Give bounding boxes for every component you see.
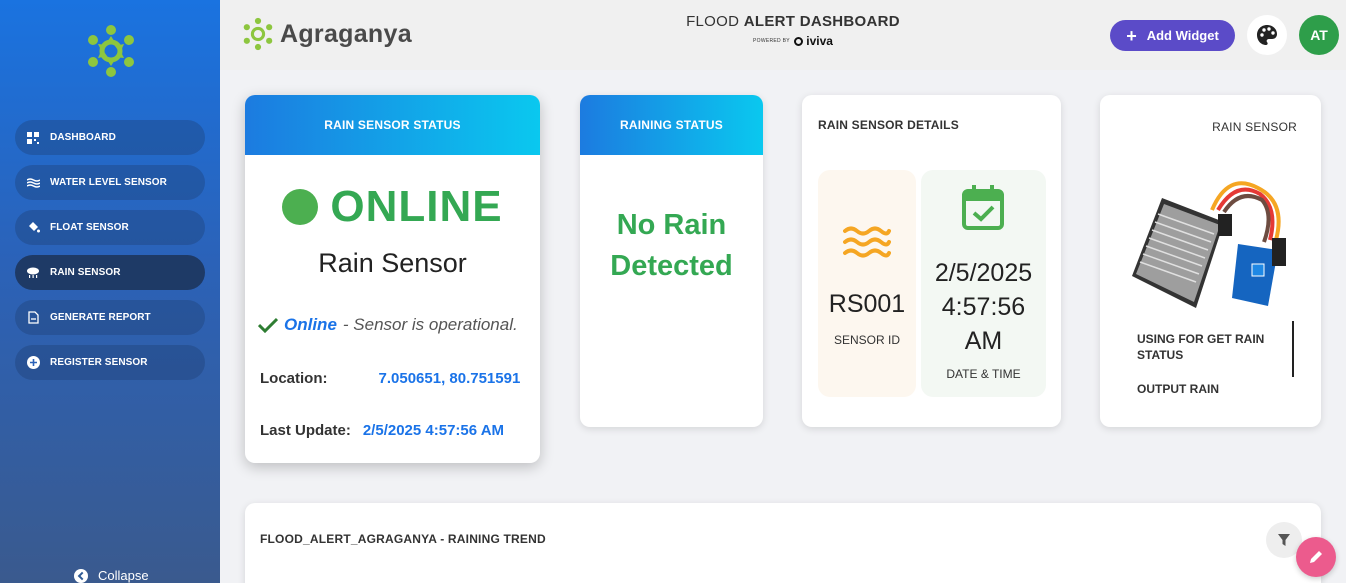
brand[interactable]: Agraganya — [240, 16, 412, 52]
chevron-left-icon — [74, 568, 88, 583]
agraganya-logo-icon — [243, 17, 273, 51]
sensor-output: OUTPUT RAIN — [1137, 382, 1219, 396]
calendar-check-icon — [962, 185, 1004, 230]
powered-by-label: POWERED BY — [753, 38, 790, 44]
rain-cloud-icon — [26, 266, 40, 280]
add-widget-label: Add Widget — [1146, 28, 1219, 43]
sensor-id-tile: RS001 SENSOR ID — [818, 170, 916, 397]
waves-icon — [26, 176, 40, 190]
operational-strong: Online — [284, 315, 337, 334]
date-time-label: DATE & TIME — [946, 367, 1021, 381]
edit-fab-button[interactable] — [1296, 537, 1336, 577]
scroll-indicator[interactable] — [1292, 321, 1294, 377]
brand-name: Agraganya — [280, 19, 412, 48]
date-time-tile: 2/5/2025 4:57:56 AM DATE & TIME — [921, 170, 1046, 397]
online-status-text: ONLINE — [330, 182, 503, 231]
sidebar-item-label: FLOAT SENSOR — [50, 222, 129, 233]
sidebar-item-label: GENERATE REPORT — [50, 312, 151, 323]
sensor-name: Rain Sensor — [318, 248, 467, 278]
dashboard-title: FLOOD ALERT DASHBOARD POWERED BY iviva — [684, 13, 902, 48]
plus-icon: + — [1126, 25, 1137, 46]
filter-icon — [1278, 534, 1290, 546]
time-line: 4:57:56 — [941, 293, 1026, 321]
sidebar-item-label: REGISTER SENSOR — [50, 357, 148, 368]
location-value: 7.050651, 80.751591 — [378, 370, 521, 387]
sidebar-item-register-sensor[interactable]: REGISTER SENSOR — [15, 345, 205, 380]
title-bold: ALERT DASHBOARD — [743, 13, 900, 30]
theme-palette-button[interactable] — [1247, 15, 1287, 55]
avatar[interactable]: AT — [1299, 15, 1339, 55]
iviva-logo: iviva — [793, 34, 833, 48]
sensor-id-label: SENSOR ID — [833, 333, 900, 347]
card-header: FLOOD_ALERT_AGRAGANYA - RAINING TREND — [260, 532, 546, 546]
add-widget-button[interactable]: + Add Widget — [1110, 20, 1235, 51]
sidebar-item-label: DASHBOARD — [50, 132, 116, 143]
sidebar-nav: DASHBOARD WATER LEVEL SENSOR FLOAT SENSO… — [15, 120, 205, 390]
raining-status-value: No Rain Detected — [580, 205, 763, 287]
file-icon — [26, 311, 40, 325]
operational-text: - Sensor is operational. — [342, 315, 518, 334]
online-indicator: ONLINE — [245, 182, 540, 232]
sensor-desc-line2: STATUS — [1137, 348, 1184, 362]
location-row: Location: 7.050651, 80.751591 — [260, 370, 530, 387]
raining-status-card: RAINING STATUS No Rain Detected — [580, 95, 763, 427]
last-update-row: Last Update: 2/5/2025 4:57:56 AM — [260, 422, 530, 439]
sidebar-item-water-level-sensor[interactable]: WATER LEVEL SENSOR — [15, 165, 205, 200]
collapse-button[interactable]: Collapse — [74, 568, 149, 583]
sidebar-item-label: RAIN SENSOR — [50, 267, 121, 278]
last-update-value: 2/5/2025 4:57:56 AM — [362, 422, 505, 439]
sensor-desc-line1: USING FOR GET RAIN — [1137, 332, 1265, 346]
rain-sensor-details-card: RAIN SENSOR DETAILS RS001 SENSOR ID 2/5/… — [802, 95, 1061, 427]
rain-sensor-module-image — [1132, 181, 1286, 308]
plus-circle-icon — [26, 356, 40, 370]
title-light: FLOOD — [686, 13, 740, 30]
sidebar-item-generate-report[interactable]: GENERATE REPORT — [15, 300, 205, 335]
sidebar-item-label: WATER LEVEL SENSOR — [50, 177, 168, 188]
ampm-line: AM — [964, 327, 1003, 355]
date-line: 2/5/2025 — [934, 259, 1033, 287]
agraganya-logo-icon[interactable] — [82, 22, 140, 80]
status-dot-icon — [282, 189, 319, 225]
card-header: RAIN SENSOR STATUS — [245, 95, 540, 155]
qr-grid-icon — [26, 131, 40, 145]
sensor-desc: USING FOR GET RAIN STATUS — [1137, 331, 1264, 363]
sidebar: DASHBOARD WATER LEVEL SENSOR FLOAT SENSO… — [0, 0, 220, 583]
rain-sensor-image-card: RAIN SENSOR USING FOR GET RAIN STATUS OU… — [1100, 95, 1321, 427]
collapse-label: Collapse — [98, 568, 149, 583]
operational-status: Online - Sensor is operational. — [258, 315, 518, 335]
paint-bucket-icon — [26, 221, 40, 235]
location-label: Location: — [260, 370, 328, 387]
waves-icon — [843, 226, 891, 258]
rain-sensor-status-card: RAIN SENSOR STATUS ONLINE Rain Sensor On… — [245, 95, 540, 463]
sidebar-item-dashboard[interactable]: DASHBOARD — [15, 120, 205, 155]
card-header: RAIN SENSOR DETAILS — [818, 118, 959, 132]
top-header: Agraganya FLOOD ALERT DASHBOARD POWERED … — [220, 0, 1346, 70]
sidebar-item-float-sensor[interactable]: FLOAT SENSOR — [15, 210, 205, 245]
powered-brand: iviva — [806, 34, 833, 48]
card-header: RAINING STATUS — [580, 95, 763, 155]
pencil-icon — [1310, 551, 1322, 563]
powered-by: POWERED BY iviva — [684, 34, 902, 48]
last-update-label: Last Update: — [260, 422, 351, 439]
iviva-mark-icon — [793, 37, 803, 46]
date-time-value: 2/5/2025 4:57:56 AM — [921, 256, 1046, 358]
raining-status-line1: No Rain — [616, 209, 727, 241]
palette-icon — [1257, 25, 1277, 45]
raining-status-line2: Detected — [610, 250, 733, 282]
page-title: FLOOD ALERT DASHBOARD — [684, 13, 902, 30]
card-header: RAIN SENSOR — [1212, 120, 1297, 134]
checkmark-icon — [258, 317, 278, 333]
sensor-id-value: RS001 — [828, 290, 906, 318]
main-content: RAIN SENSOR STATUS ONLINE Rain Sensor On… — [220, 70, 1346, 583]
raining-trend-card: FLOOD_ALERT_AGRAGANYA - RAINING TREND — [245, 503, 1321, 583]
sidebar-item-rain-sensor[interactable]: RAIN SENSOR — [15, 255, 205, 290]
